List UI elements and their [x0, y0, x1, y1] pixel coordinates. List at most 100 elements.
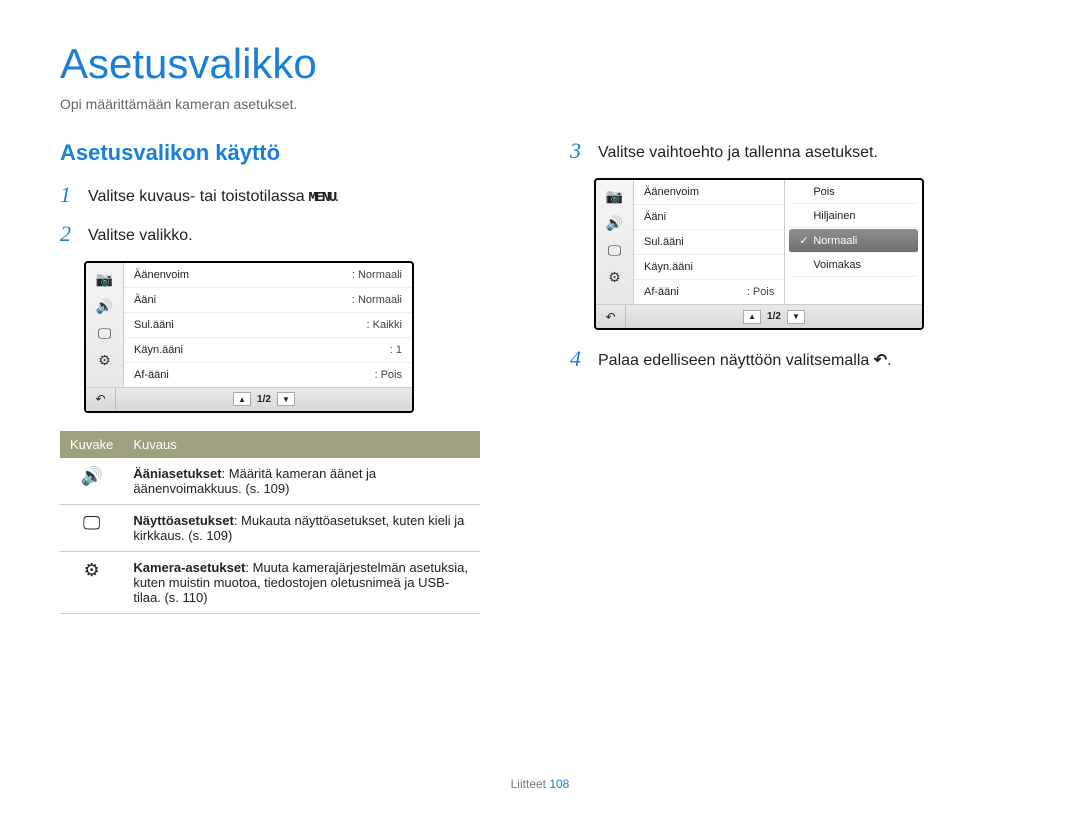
table-desc: Näyttöasetukset: Mukauta näyttöasetukset… [123, 504, 480, 551]
menu-value: : 1 [390, 344, 402, 356]
menu-label: Äänenvoim [644, 186, 774, 198]
step-4-suffix: . [887, 352, 891, 369]
table-row: 🖵 Näyttöasetukset: Mukauta näyttöasetuks… [60, 504, 480, 551]
step-number: 2 [60, 223, 78, 245]
camera-screen-menu-list: 📷 🔊 🖵 ⚙ Äänenvoim: Normaali Ääni: Normaa… [84, 261, 414, 413]
menu-value: : Pois [374, 369, 402, 381]
section-heading: Asetusvalikon käyttö [60, 140, 510, 166]
step-4: 4 Palaa edelliseen näyttöön valitsemalla… [570, 348, 1020, 372]
camera-icon: 📷 [96, 271, 113, 288]
step-text: Valitse valikko. [88, 223, 193, 247]
camera-sidebar: 📷 🔊 🖵 ⚙ [86, 263, 124, 387]
step-text: Palaa edelliseen näyttöön valitsemalla ↶… [598, 348, 892, 372]
page-down-icon[interactable]: ▼ [277, 392, 295, 406]
menu-label: Ääni [134, 294, 352, 306]
display-icon: 🖵 [60, 504, 123, 551]
table-header-desc: Kuvaus [123, 431, 480, 458]
check-icon: ✓ [799, 234, 813, 247]
menu-row[interactable]: Ääni: Normaali [124, 288, 412, 313]
sound-icon: 🔊 [60, 458, 123, 505]
page-up-icon[interactable]: ▲ [233, 392, 251, 406]
page-down-icon[interactable]: ▼ [787, 310, 805, 324]
return-icon: ↶ [874, 350, 887, 372]
step-number: 4 [570, 348, 588, 370]
sound-icon: 🔊 [96, 298, 113, 315]
menu-row[interactable]: Äänenvoim [634, 180, 784, 205]
step-3: 3 Valitse vaihtoehto ja tallenna asetuks… [570, 140, 1020, 164]
page-footer: Liitteet 108 [0, 777, 1080, 791]
menu-label: Sul.ääni [134, 319, 367, 331]
table-row: 🔊 Ääniasetukset: Määritä kameran äänet j… [60, 458, 480, 505]
right-column: 3 Valitse vaihtoehto ja tallenna asetuks… [570, 140, 1020, 614]
page-up-icon[interactable]: ▲ [743, 310, 761, 324]
display-icon: 🖵 [608, 242, 622, 259]
camera-icon: 📷 [606, 188, 623, 205]
row-title: Näyttöasetukset [133, 513, 233, 528]
option-label: Normaali [813, 235, 857, 247]
pager: ▲ 1/2 ▼ [116, 392, 412, 406]
display-icon: 🖵 [98, 325, 112, 342]
option-row[interactable]: Hiljainen [789, 205, 918, 228]
camera-option-pane: Pois Hiljainen ✓Normaali Voimakas [785, 180, 922, 304]
row-title: Ääniasetukset [133, 466, 221, 481]
step-4-prefix: Palaa edelliseen näyttöön valitsemalla [598, 352, 874, 369]
camera-footer: ↶ ▲ 1/2 ▼ [86, 387, 412, 411]
menu-row[interactable]: Af-ääni: Pois [634, 280, 784, 304]
option-label: Voimakas [813, 259, 861, 271]
footer-label: Liitteet [511, 777, 546, 791]
camera-sidebar: 📷 🔊 🖵 ⚙ [596, 180, 634, 304]
menu-row[interactable]: Ääni [634, 205, 784, 230]
left-column: Asetusvalikon käyttö 1 Valitse kuvaus- t… [60, 140, 510, 614]
menu-value: : Kaikki [367, 319, 402, 331]
menu-value: : Normaali [352, 294, 402, 306]
option-row[interactable]: Voimakas [789, 254, 918, 277]
option-row-selected[interactable]: ✓Normaali [789, 229, 918, 253]
gear-icon: ⚙ [608, 269, 621, 286]
menu-label: Ääni [644, 211, 774, 223]
camera-screen-option-select: 📷 🔊 🖵 ⚙ Äänenvoim Ääni Sul.ääni Käyn.ään… [594, 178, 924, 330]
step-1-prefix: Valitse kuvaus- tai toistotilassa [88, 188, 309, 205]
row-title: Kamera-asetukset [133, 560, 245, 575]
page-subtitle: Opi määrittämään kameran asetukset. [60, 96, 1020, 112]
option-row[interactable]: Pois [789, 181, 918, 204]
menu-label: Äänenvoim [134, 269, 352, 281]
page-title: Asetusvalikko [60, 40, 1020, 88]
back-button[interactable]: ↶ [596, 305, 626, 328]
table-header-icon: Kuvake [60, 431, 123, 458]
footer-page-number: 108 [549, 777, 569, 791]
menu-label: Af-ääni [134, 369, 374, 381]
sound-icon: 🔊 [606, 215, 623, 232]
camera-menu-list: Äänenvoim: Normaali Ääni: Normaali Sul.ä… [124, 263, 412, 387]
step-number: 1 [60, 184, 78, 206]
menu-value: : Normaali [352, 269, 402, 281]
menu-label: Sul.ääni [644, 236, 774, 248]
step-2: 2 Valitse valikko. [60, 223, 510, 247]
option-label: Hiljainen [813, 210, 855, 222]
table-desc: Ääniasetukset: Määritä kameran äänet ja … [123, 458, 480, 505]
menu-row[interactable]: Sul.ääni [634, 230, 784, 255]
step-text: Valitse vaihtoehto ja tallenna asetukset… [598, 140, 878, 164]
menu-row[interactable]: Käyn.ääni: 1 [124, 338, 412, 363]
icon-description-table: Kuvake Kuvaus 🔊 Ääniasetukset: Määritä k… [60, 431, 480, 614]
menu-label: Käyn.ääni [644, 261, 774, 273]
gear-icon: ⚙ [60, 551, 123, 613]
pager-text: 1/2 [257, 394, 271, 405]
menu-label: Käyn.ääni [134, 344, 390, 356]
back-button[interactable]: ↶ [86, 388, 116, 411]
gear-icon: ⚙ [98, 352, 111, 369]
pager: ▲ 1/2 ▼ [626, 310, 922, 324]
menu-label: Af-ääni [644, 286, 747, 298]
table-desc: Kamera-asetukset: Muuta kamerajärjestelm… [123, 551, 480, 613]
option-label: Pois [813, 186, 834, 198]
menu-button-label: MENU [309, 189, 336, 209]
step-number: 3 [570, 140, 588, 162]
step-1: 1 Valitse kuvaus- tai toistotilassa MENU… [60, 184, 510, 209]
menu-value: : Pois [747, 286, 775, 298]
camera-menu-list: Äänenvoim Ääni Sul.ääni Käyn.ääni Af-ään… [634, 180, 785, 304]
menu-row[interactable]: Sul.ääni: Kaikki [124, 313, 412, 338]
camera-footer: ↶ ▲ 1/2 ▼ [596, 304, 922, 328]
menu-row[interactable]: Käyn.ääni [634, 255, 784, 280]
menu-row[interactable]: Äänenvoim: Normaali [124, 263, 412, 288]
menu-row[interactable]: Af-ääni: Pois [124, 363, 412, 387]
table-row: ⚙ Kamera-asetukset: Muuta kamerajärjeste… [60, 551, 480, 613]
